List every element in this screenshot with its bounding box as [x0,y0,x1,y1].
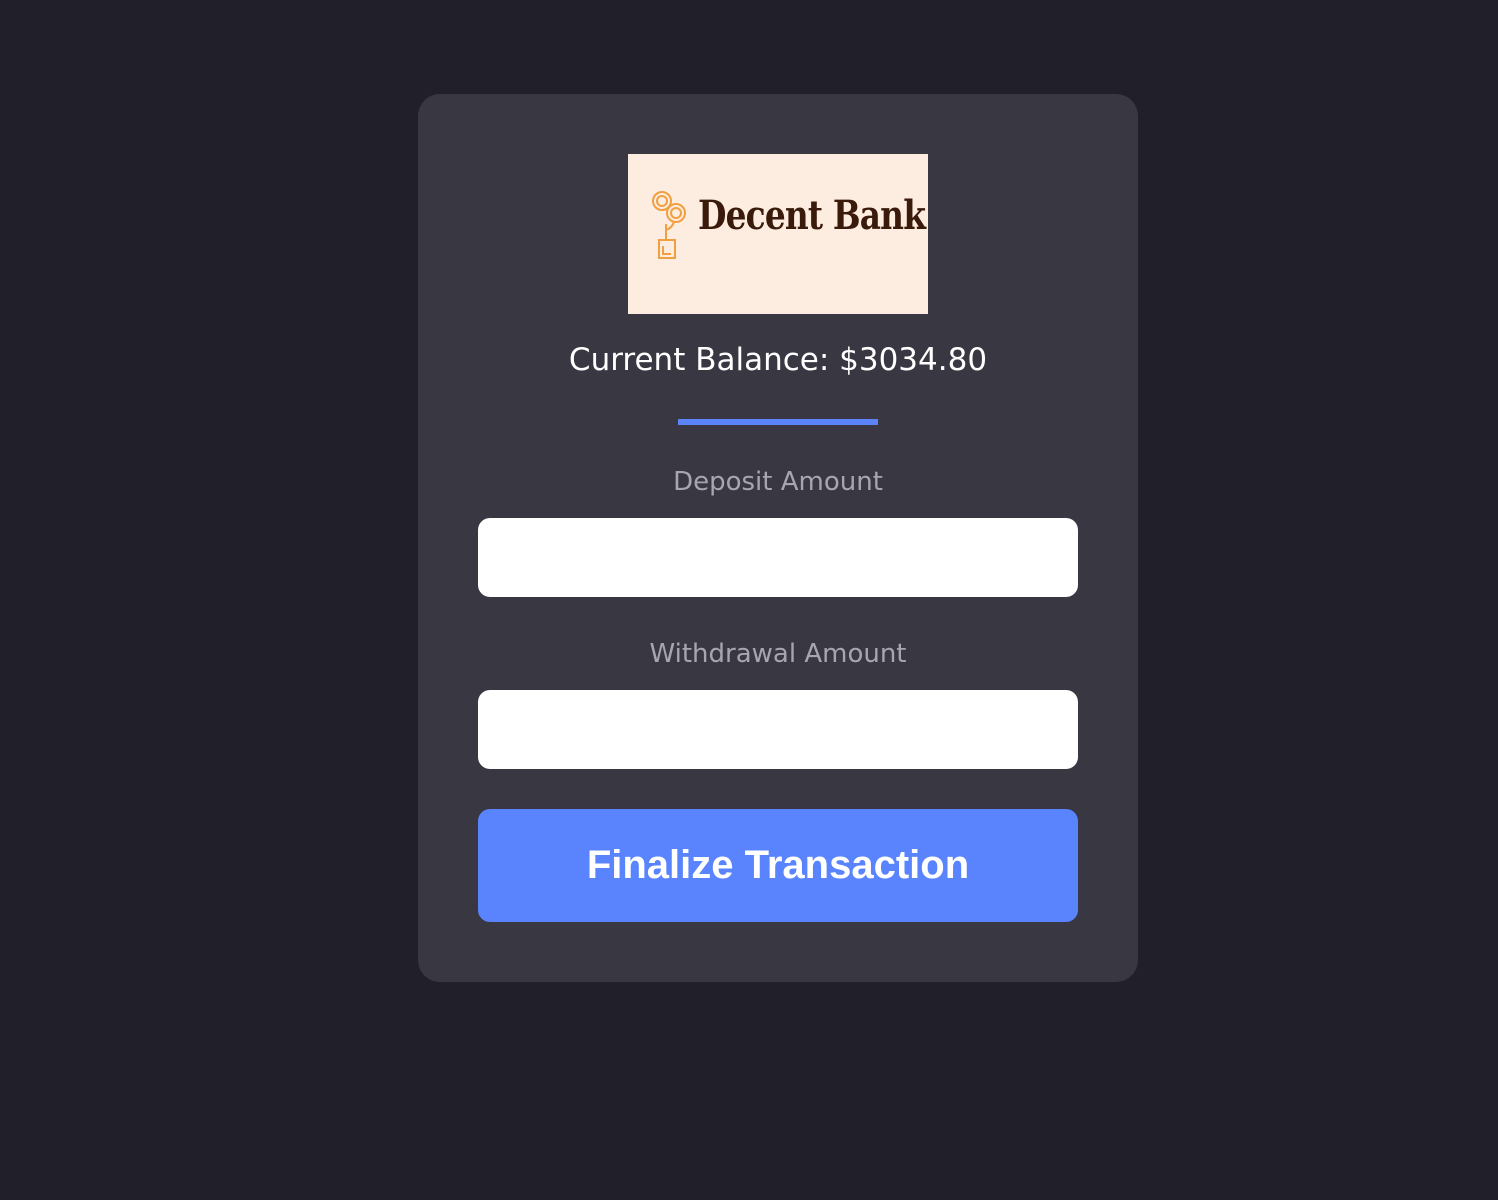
coin-plant-icon [652,191,686,259]
accent-divider [678,419,878,425]
withdrawal-amount-label: Withdrawal Amount [649,639,907,669]
finalize-transaction-button[interactable]: Finalize Transaction [478,809,1078,922]
transaction-card: Decent Bank Current Balance: $3034.80 De… [418,94,1138,982]
deposit-amount-input[interactable] [478,518,1078,597]
current-balance: Current Balance: $3034.80 [568,342,988,378]
withdrawal-amount-input[interactable] [478,690,1078,769]
bank-logo: Decent Bank [628,154,928,314]
deposit-amount-label: Deposit Amount [673,467,883,497]
bank-logo-text: Decent Bank [698,192,926,239]
